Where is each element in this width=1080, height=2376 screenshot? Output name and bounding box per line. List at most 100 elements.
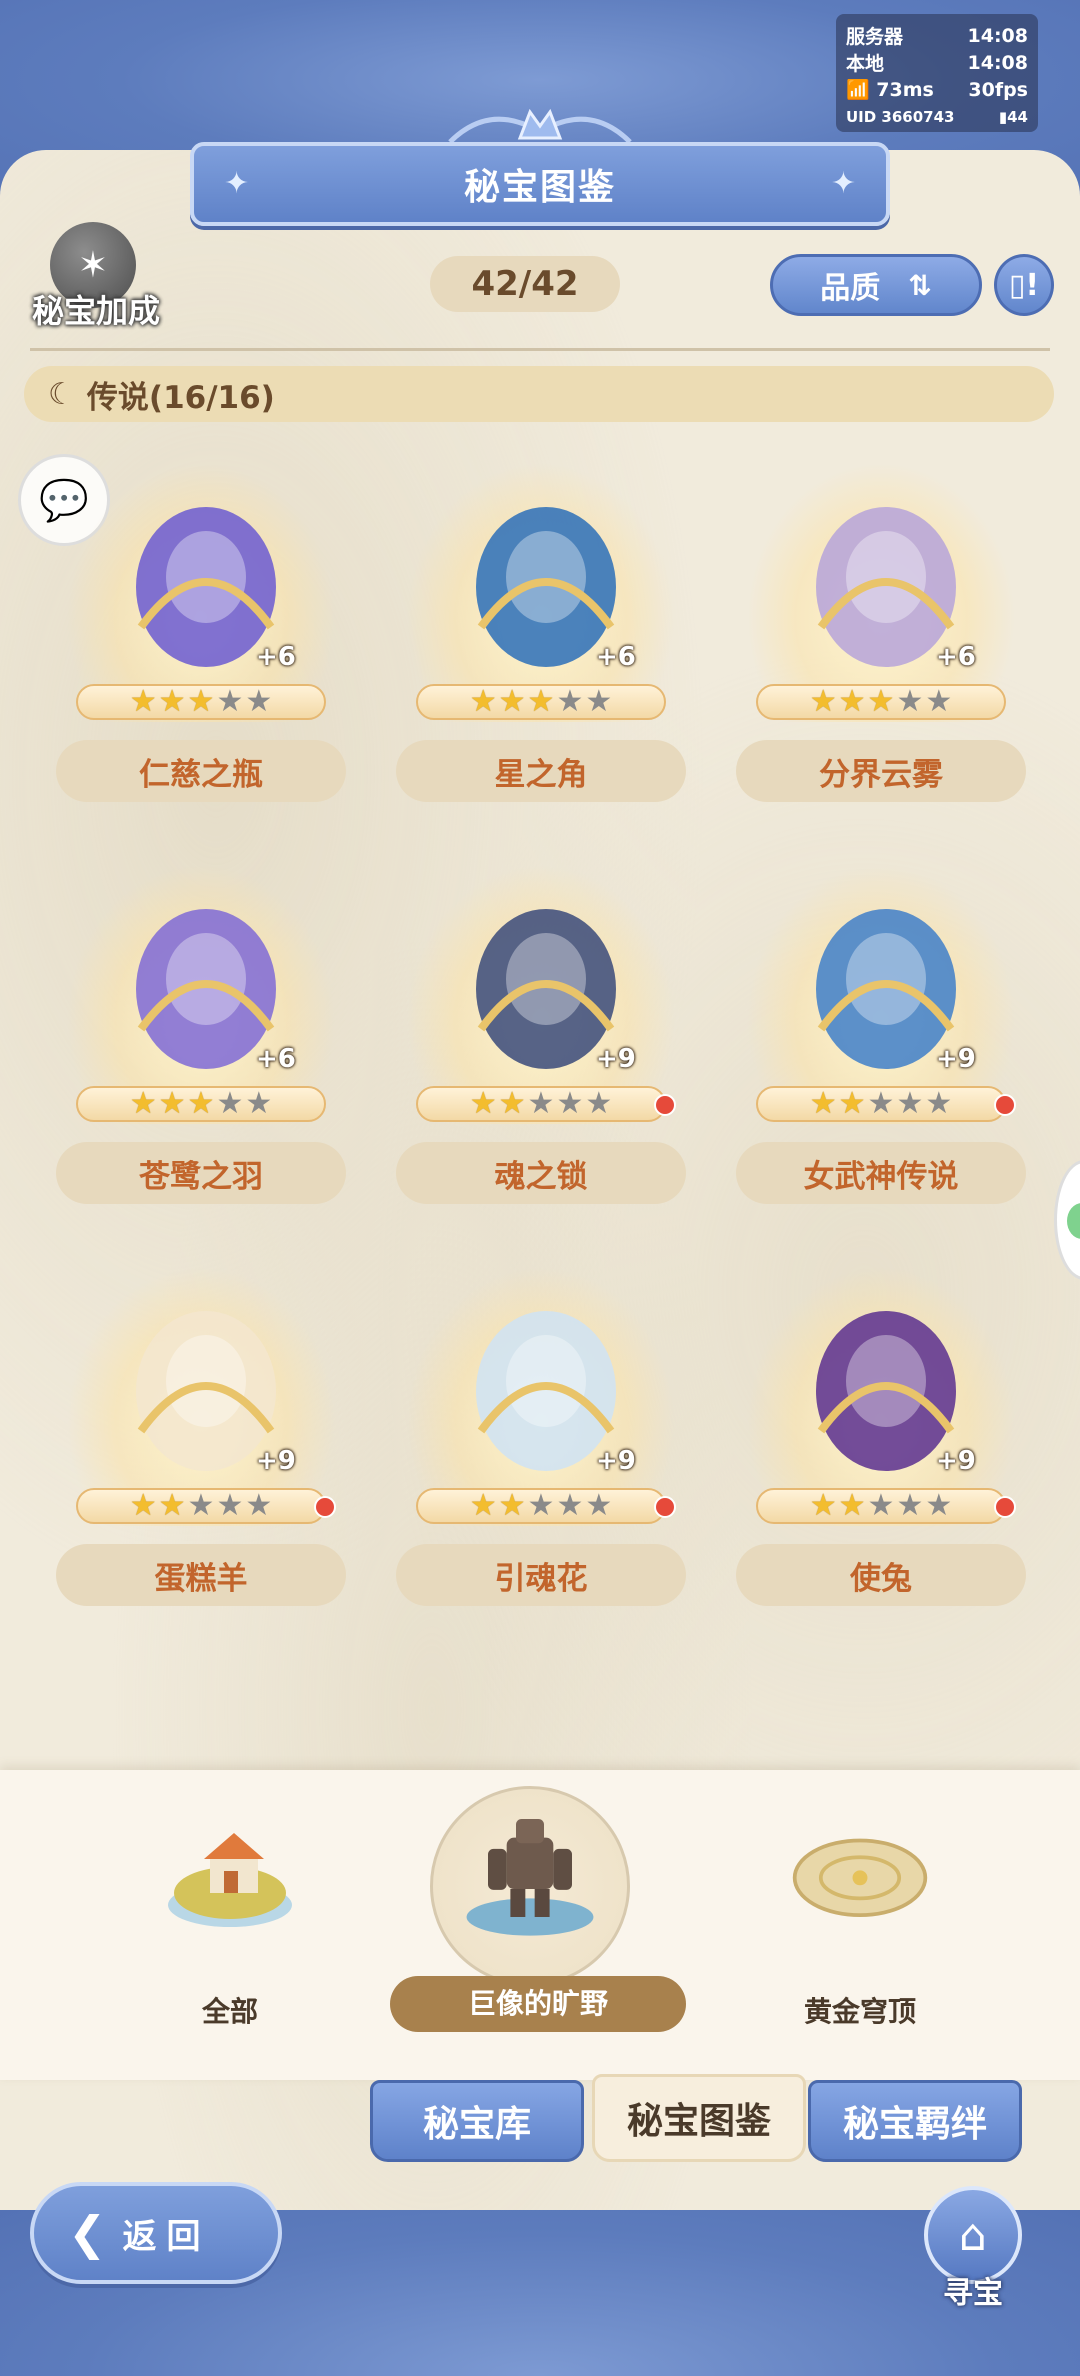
star-icon: ★ (556, 1488, 584, 1523)
star-icon: ★ (216, 1488, 244, 1523)
region-all[interactable]: 全部 (90, 1810, 350, 2070)
star-icon: ★ (469, 1086, 497, 1121)
star-icon: ★ (527, 1488, 555, 1523)
bottom-tabs: 秘宝库 秘宝图鉴 秘宝羁绊 (370, 2074, 1030, 2166)
star-icon: ★ (838, 1086, 866, 1121)
treasure-card[interactable]: +9 ★ ★ ★ ★ ★ 使兔 (736, 1266, 1026, 1606)
star-icon: ★ (187, 1086, 215, 1121)
star-icon: ★ (129, 1488, 157, 1523)
local-label: 本地 (846, 53, 885, 75)
upgrade-level: +9 (936, 1044, 976, 1074)
star-icon: ★ (245, 1086, 273, 1121)
star-icon: ★ (158, 1086, 186, 1121)
back-arrow-icon: ❮ (68, 2206, 107, 2260)
treasure-card[interactable]: +6 ★ ★ ★ ★ ★ 仁慈之瓶 (56, 462, 346, 802)
star-icon: ★ (556, 1086, 584, 1121)
upgrade-level: +6 (596, 642, 636, 672)
star-icon: ★ (216, 684, 244, 719)
tab-treasure-codex[interactable]: 秘宝图鉴 (592, 2074, 806, 2162)
treasure-card[interactable]: +6 ★ ★ ★ ★ ★ 星之角 (396, 462, 686, 802)
star-icon: ★ (498, 684, 526, 719)
back-button[interactable]: ❮ 返回 (30, 2182, 282, 2284)
treasure-hunt-button[interactable]: ⌂ 寻宝 (918, 2186, 1028, 2336)
star-rating: ★ ★ ★ ★ ★ (76, 1086, 326, 1122)
treasure-card[interactable]: +9 ★ ★ ★ ★ ★ 引魂花 (396, 1266, 686, 1606)
battery-value: 44 (1007, 107, 1028, 126)
star-icon: ★ (896, 684, 924, 719)
category-label: 传说(16/16) (86, 379, 275, 416)
star-icon: ★ (896, 1086, 924, 1121)
star-icon: ★ (925, 1086, 953, 1121)
star-icon: ★ (469, 684, 497, 719)
server-label: 服务器 (846, 26, 904, 48)
star-icon: ★ (216, 1086, 244, 1121)
collection-counter: 42/42 (430, 256, 620, 312)
server-time: 14:08 (967, 24, 1028, 47)
category-header-legend[interactable]: ☾ 传说(16/16) (24, 366, 1054, 422)
star-rating: ★ ★ ★ ★ ★ (416, 684, 666, 720)
upgrade-level: +9 (256, 1446, 296, 1476)
ping-value: 73ms (876, 79, 934, 101)
guide-book-button[interactable]: ▯! (994, 254, 1054, 316)
treasure-bonus-button[interactable]: ✶ 秘宝加成 (26, 222, 166, 332)
treasure-card[interactable]: +6 ★ ★ ★ ★ ★ 苍鹭之羽 (56, 864, 346, 1204)
treasure-name: 星之角 (396, 740, 686, 802)
divider (30, 348, 1050, 351)
star-icon: ★ (158, 1488, 186, 1523)
treasure-name: 仁慈之瓶 (56, 740, 346, 802)
sort-arrows-icon: ⇅ (908, 268, 932, 302)
notification-dot (654, 1094, 676, 1116)
star-icon: ★ (498, 1488, 526, 1523)
treasure-name: 使兔 (736, 1544, 1026, 1606)
treasure-card[interactable]: +9 ★ ★ ★ ★ ★ 蛋糕羊 (56, 1266, 346, 1606)
star-icon: ★ (809, 1488, 837, 1523)
region-colossus-wilds[interactable]: 巨像的旷野 (390, 1786, 686, 2070)
uid-value: UID 3660743 (846, 107, 955, 126)
treasure-name: 蛋糕羊 (56, 1544, 346, 1606)
star-icon: ★ (809, 684, 837, 719)
star-icon: ★ (498, 1086, 526, 1121)
star-icon: ★ (867, 684, 895, 719)
treasure-hunt-label: 寻宝 (943, 2276, 1003, 2311)
star-rating: ★ ★ ★ ★ ★ (756, 1488, 1006, 1524)
star-icon: ★ (187, 1488, 215, 1523)
notification-dot (994, 1496, 1016, 1518)
upgrade-level: +6 (936, 642, 976, 672)
star-icon: ★ (867, 1488, 895, 1523)
star-icon: ★ (838, 684, 866, 719)
star-icon: ★ (129, 684, 157, 719)
treasure-card[interactable]: +9 ★ ★ ★ ★ ★ 女武神传说 (736, 864, 1026, 1204)
stone-golem-icon (460, 1810, 600, 1940)
local-time: 14:08 (967, 51, 1028, 74)
star-rating: ★ ★ ★ ★ ★ (416, 1488, 666, 1524)
upgrade-level: +9 (936, 1446, 976, 1476)
treasure-card[interactable]: +9 ★ ★ ★ ★ ★ 魂之锁 (396, 864, 686, 1204)
star-icon: ★ (129, 1086, 157, 1121)
star-icon: ★ (585, 1488, 613, 1523)
treasure-card[interactable]: +6 ★ ★ ★ ★ ★ 分界云雾 (736, 462, 1026, 802)
quality-sort-button[interactable]: 品质 ⇅ (770, 254, 982, 316)
star-icon: ★ (469, 1488, 497, 1523)
star-icon: ★ (867, 1086, 895, 1121)
region-golden-dome[interactable]: 黄金穹顶 (720, 1810, 980, 2070)
treasure-bonus-label: 秘宝加成 (31, 292, 160, 330)
sparkle-icon: ✦ (830, 166, 856, 201)
tab-treasure-bonds[interactable]: 秘宝羁绊 (808, 2080, 1022, 2162)
region-colossus-label: 巨像的旷野 (390, 1976, 686, 2032)
status-overlay: 服务器 14:08 本地 14:08 📶 73ms 30fps UID 3660743… (836, 14, 1038, 132)
star-icon: ★ (585, 1086, 613, 1121)
star-icon: ★ (838, 1488, 866, 1523)
region-all-label: 全部 (201, 1995, 258, 2028)
star-rating: ★ ★ ★ ★ ★ (76, 1488, 326, 1524)
tab-treasure-vault[interactable]: 秘宝库 (370, 2080, 584, 2162)
treasure-name: 分界云雾 (736, 740, 1026, 802)
star-icon: ★ (896, 1488, 924, 1523)
star-rating: ★ ★ ★ ★ ★ (416, 1086, 666, 1122)
page-title: 秘宝图鉴 (463, 167, 616, 208)
star-icon: ★ (585, 684, 613, 719)
star-icon: ★ (527, 684, 555, 719)
sparkle-icon: ✦ (224, 166, 250, 201)
book-icon: ▯! (1008, 267, 1040, 303)
title-banner: ✦ 秘宝图鉴 ✦ (190, 142, 890, 226)
upgrade-level: +6 (256, 1044, 296, 1074)
